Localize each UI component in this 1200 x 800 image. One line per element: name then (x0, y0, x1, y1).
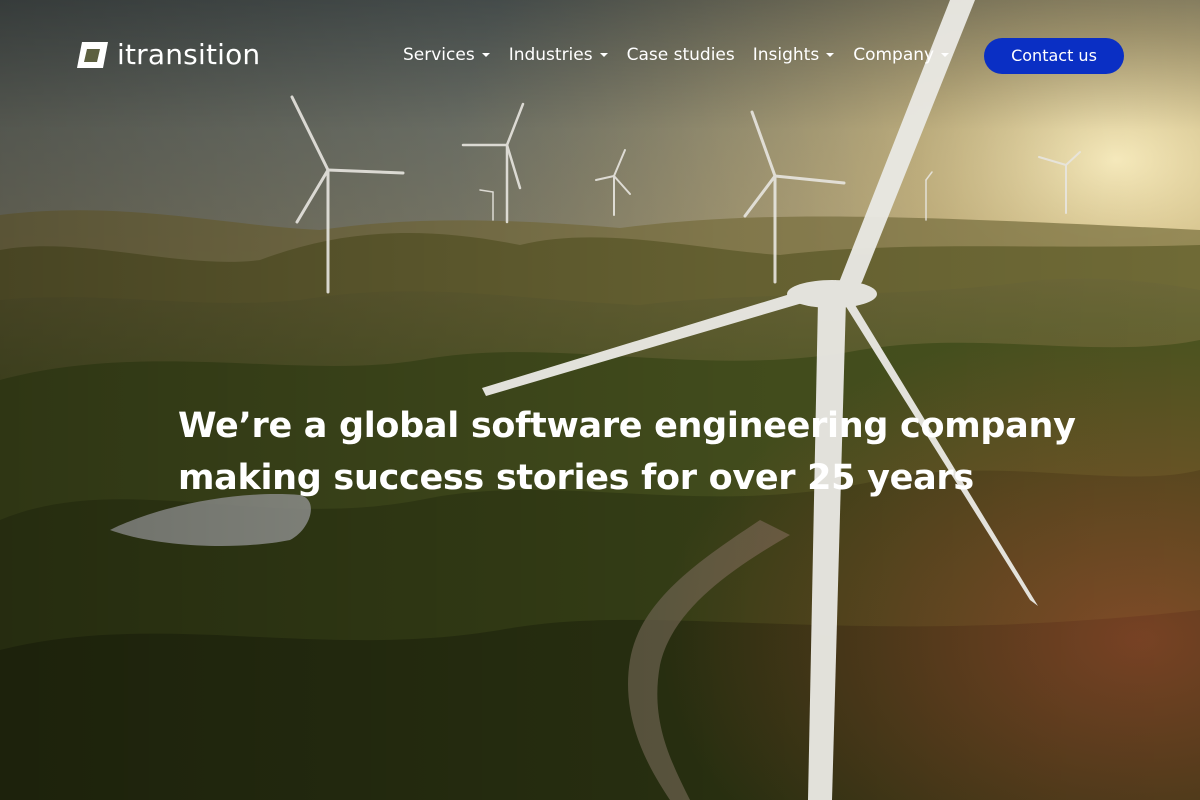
site-header: itransition Services Industries Case stu… (0, 0, 1200, 110)
nav-item-label: Case studies (626, 45, 735, 65)
nav-item-case-studies[interactable]: Case studies (627, 40, 735, 70)
nav-item-industries[interactable]: Industries (509, 40, 609, 70)
chevron-down-icon (941, 53, 950, 57)
hero-headline: We’re a global software engineering comp… (178, 400, 1076, 504)
nav-item-label: Insights (752, 45, 820, 65)
chevron-down-icon (481, 53, 490, 57)
itransition-logo-icon (77, 42, 108, 68)
nav-item-label: Industries (508, 45, 593, 65)
hero-section: itransition Services Industries Case stu… (0, 0, 1200, 800)
nav-item-company[interactable]: Company (853, 40, 950, 70)
brand-logo[interactable]: itransition (76, 36, 260, 74)
hero-headline-line-2: making success stories for over 25 years (178, 458, 974, 498)
hero-headline-line-1: We’re a global software engineering comp… (178, 406, 1076, 446)
chevron-down-icon (599, 53, 608, 57)
main-nav: Services Industries Case studies Insight… (403, 40, 968, 70)
nav-item-insights[interactable]: Insights (753, 40, 835, 70)
contact-us-button[interactable]: Contact us (984, 38, 1124, 74)
nav-item-label: Services (403, 45, 475, 65)
brand-name: itransition (117, 38, 261, 71)
nav-item-services[interactable]: Services (403, 40, 491, 70)
nav-item-label: Company (853, 45, 935, 65)
chevron-down-icon (826, 53, 835, 57)
